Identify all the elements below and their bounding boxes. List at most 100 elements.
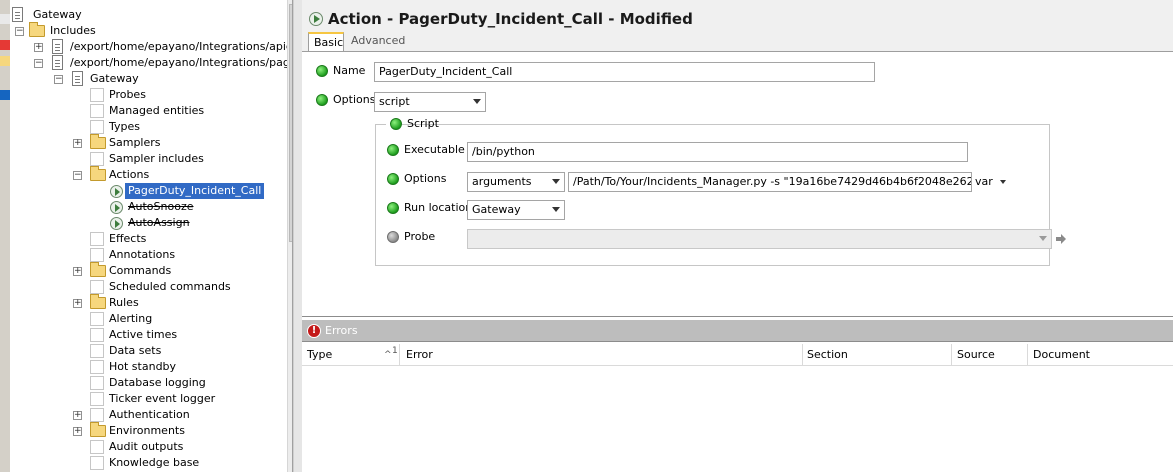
tree-item-label: Database logging — [109, 376, 206, 389]
expand-icon[interactable]: + — [73, 267, 82, 276]
chevron-down-icon[interactable] — [1000, 180, 1006, 184]
panel-splitter[interactable] — [293, 0, 302, 472]
checkbox-icon[interactable] — [90, 408, 104, 422]
name-field[interactable]: PagerDuty_Incident_Call — [374, 62, 875, 82]
errors-panel: ! Errors Type ^ 1 Error Section Source D… — [302, 316, 1173, 472]
status-ok-icon — [316, 65, 328, 77]
document-icon — [52, 55, 63, 70]
tree-item-label: AutoSnooze — [128, 200, 194, 213]
folder-icon — [29, 22, 45, 37]
tree-item-label: Types — [109, 120, 140, 133]
run-location-select[interactable]: Gateway — [467, 200, 565, 220]
tree-item-label: Gateway — [90, 72, 139, 85]
go-to-probe-icon[interactable] — [1056, 234, 1066, 244]
tree-item-label: Annotations — [109, 248, 176, 261]
chevron-down-icon — [473, 99, 481, 104]
column-header-source[interactable]: Source — [952, 344, 1028, 366]
tab-basic[interactable]: Basic — [308, 32, 344, 52]
tree-item-label: Probes — [109, 88, 146, 101]
expand-icon[interactable]: + — [34, 43, 43, 52]
checkbox-icon[interactable] — [90, 376, 104, 390]
tree-item-label: Ticker event logger — [109, 392, 216, 405]
tree-item-label: /export/home/epayano/Integrations/apica — [70, 40, 293, 53]
column-header-section[interactable]: Section — [802, 344, 952, 366]
errors-table-header: Type ^ 1 Error Section Source Document — [302, 344, 1173, 366]
probe-select[interactable] — [467, 229, 1052, 249]
tree-item-label: Active times — [109, 328, 178, 341]
name-label: Name — [333, 64, 366, 77]
checkbox-icon[interactable] — [90, 312, 104, 326]
strip-mark — [0, 56, 10, 66]
column-header-label: Type — [307, 348, 333, 361]
tree-item-label: Gateway — [33, 8, 82, 21]
column-header-document[interactable]: Document — [1028, 344, 1173, 366]
tree-item-label: Environments — [109, 424, 185, 437]
folder-icon — [90, 422, 106, 437]
tree-item-label: Alerting — [109, 312, 153, 325]
script-options-type-select[interactable]: arguments — [467, 172, 565, 192]
folder-icon — [90, 134, 106, 149]
strip-mark — [0, 90, 10, 100]
checkbox-icon[interactable] — [90, 152, 104, 166]
script-options-label: Options — [404, 172, 447, 185]
column-header-error[interactable]: Error — [401, 344, 803, 366]
collapse-icon[interactable]: − — [15, 27, 24, 36]
executable-field[interactable]: /bin/python — [467, 142, 968, 162]
editor-title: Action - PagerDuty_Incident_Call - Modif… — [328, 10, 693, 28]
status-ok-icon — [387, 202, 399, 214]
options-label: Options — [333, 93, 376, 106]
errors-header: ! Errors — [302, 320, 1173, 342]
collapse-icon[interactable]: − — [54, 75, 63, 84]
tree-item-label: /export/home/epayano/Integrations/pager — [70, 56, 293, 69]
checkbox-icon[interactable] — [90, 392, 104, 406]
checkbox-icon[interactable] — [90, 328, 104, 342]
script-options-type-value: arguments — [472, 175, 532, 188]
checkbox-icon[interactable] — [90, 104, 104, 118]
checkbox-icon[interactable] — [90, 232, 104, 246]
column-header-type[interactable]: Type ^ 1 — [302, 344, 400, 366]
folder-icon — [90, 262, 106, 277]
left-strip — [0, 0, 10, 472]
tree-item-label: AutoAssign — [128, 216, 190, 229]
options-select[interactable]: script — [374, 92, 486, 112]
script-group-header: Script — [386, 116, 439, 132]
basic-form: Name PagerDuty_Incident_Call Options scr… — [302, 51, 1173, 316]
status-ok-icon — [390, 118, 402, 130]
tree-item-label: Knowledge base — [109, 456, 200, 469]
gateway-doc-icon — [12, 7, 23, 22]
checkbox-icon[interactable] — [90, 280, 104, 294]
script-arguments-field[interactable]: /Path/To/Your/Incidents_Manager.py -s "1… — [568, 172, 972, 192]
expand-icon[interactable]: + — [73, 139, 82, 148]
status-ok-icon — [316, 94, 328, 106]
config-tree[interactable]: Gateway − Includes + /export/home/epayan… — [10, 0, 293, 472]
tab-advanced[interactable]: Advanced — [346, 32, 408, 52]
tree-item-label: Includes — [50, 24, 96, 37]
script-group-label: Script — [407, 117, 439, 130]
tree-item-label: Rules — [109, 296, 139, 309]
collapse-icon[interactable]: − — [34, 59, 43, 68]
checkbox-icon[interactable] — [90, 456, 104, 470]
checkbox-icon[interactable] — [90, 440, 104, 454]
checkbox-icon[interactable] — [90, 344, 104, 358]
tree-item-label: Scheduled commands — [109, 280, 231, 293]
sort-order-label: 1 — [392, 346, 398, 356]
checkbox-icon[interactable] — [90, 248, 104, 262]
tree-item-label: Authentication — [109, 408, 190, 421]
expand-icon[interactable]: + — [73, 299, 82, 308]
run-location-label: Run location — [404, 201, 473, 214]
expand-icon[interactable]: + — [73, 427, 82, 436]
executable-label: Executable — [404, 143, 465, 156]
expand-icon[interactable]: + — [73, 411, 82, 420]
checkbox-icon[interactable] — [90, 360, 104, 374]
tree-item-label: PagerDuty_Incident_Call — [125, 183, 265, 199]
checkbox-icon[interactable] — [90, 88, 104, 102]
error-icon: ! — [307, 324, 321, 338]
action-icon — [110, 201, 123, 214]
var-menu-label[interactable]: var — [975, 175, 993, 188]
action-editor: Action - PagerDuty_Incident_Call - Modif… — [302, 0, 1173, 316]
collapse-icon[interactable]: − — [73, 171, 82, 180]
tree-item-label: Hot standby — [109, 360, 177, 373]
folder-icon — [90, 294, 106, 309]
tree-item-label: Actions — [109, 168, 150, 181]
checkbox-icon[interactable] — [90, 120, 104, 134]
